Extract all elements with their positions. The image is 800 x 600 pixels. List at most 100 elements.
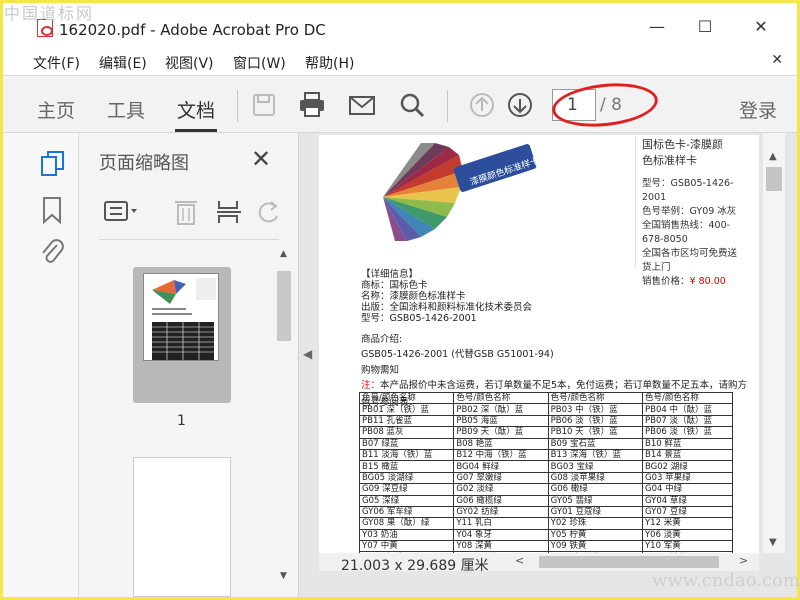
rotate-icon[interactable] (255, 199, 283, 225)
table-cell: GY01 豆蔻绿 (547, 505, 643, 519)
table-cell: B15 橄蓝 (358, 460, 455, 473)
table-header-cell: 色号/颜色名称 (547, 391, 643, 405)
table-cell: PB03 中（铁）蓝 (547, 403, 643, 416)
scroll-down-icon[interactable]: ▼ (769, 537, 777, 548)
minimize-button[interactable]: — (645, 15, 669, 39)
delete-icon[interactable] (173, 197, 199, 227)
menu-help[interactable]: 帮助(H) (305, 53, 354, 73)
document-vertical-scrollbar[interactable]: ▲ ▼ (763, 133, 785, 553)
menu-bar: 文件(F) 编辑(E) 视图(V) 窗口(W) 帮助(H) ✕ (3, 49, 797, 75)
main-toolbar: 主页 工具 文档 1 / 8 登录 (3, 75, 797, 133)
page-thumbnails-panel: 页面缩略图 ✕ 1 ▲ ▼ (79, 133, 299, 597)
title-bar: 162020.pdf - Adobe Acrobat Pro DC — ☐ ✕ (3, 3, 797, 47)
scroll-up-icon[interactable]: ▲ (769, 151, 777, 162)
table-cell: PB02 深（酞）蓝 (453, 403, 549, 416)
table-cell: G05 深绿 (358, 494, 455, 507)
product-title-line2: 色标准样卡 (642, 154, 697, 167)
panel-divider (99, 239, 279, 240)
details-line: 商标：国标色卡 (361, 280, 428, 291)
table-cell: G02 淡绿 (453, 483, 549, 496)
details-line: 型号：GSB05-1426-2001 (361, 313, 477, 324)
table-cell: B12 中海（铁）蓝 (453, 448, 549, 462)
close-panel-icon[interactable]: ✕ (251, 145, 271, 173)
maximize-button[interactable]: ☐ (693, 15, 717, 39)
table-cell: G06 橄绿 (547, 483, 643, 496)
search-icon[interactable] (397, 90, 427, 120)
table-cell: GY06 军车绿 (358, 505, 455, 519)
table-cell: Y05 柠黄 (547, 528, 643, 542)
menu-file[interactable]: 文件(F) (33, 53, 80, 73)
menu-edit[interactable]: 编辑(E) (99, 53, 147, 73)
table-header-cell: 色号/颜色名称 (641, 391, 734, 405)
buy-note: 注：本产品报价中未含运费，若订单数量不足5本，免付运费；若订单数量不足五本，请购… (361, 380, 747, 391)
scroll-down-icon[interactable]: ▼ (280, 571, 287, 581)
collapse-panel-icon[interactable]: ◀ (303, 347, 312, 361)
window-title: 162020.pdf - Adobe Acrobat Pro DC (59, 21, 326, 39)
table-cell: G08 淡苹果绿 (547, 471, 643, 485)
close-button[interactable]: ✕ (749, 15, 773, 39)
menu-window[interactable]: 窗口(W) (233, 53, 286, 73)
horizontal-scroll-thumb[interactable] (539, 556, 719, 568)
thumbnail-tools (99, 195, 289, 231)
table-cell: Y08 深黄 (453, 540, 549, 553)
table-cell: Y10 军黄 (641, 540, 734, 553)
arrow-up-icon[interactable] (467, 90, 497, 120)
intro-title: 商品介绍: (361, 334, 403, 345)
table-header-cell: 色号/颜色名称 (358, 391, 455, 405)
table-row: Y03 奶油 Y04 象牙 Y05 柠黄 Y06 淡黄 (358, 528, 734, 542)
pdf-page: 漆膜颜色标准样卡 国标色卡-漆膜颜 色标准样卡 型号：GSB05-1426- 2… (319, 135, 759, 553)
scroll-right-icon[interactable]: > (739, 554, 748, 567)
scroll-left-icon[interactable]: < (515, 554, 524, 567)
table-cell: B11 淡海（铁）蓝 (358, 448, 455, 462)
table-cell: G06 橄榄绿 (453, 494, 549, 507)
table-cell: PB01 深（铁）蓝 (358, 403, 455, 416)
print-icon[interactable] (297, 90, 327, 120)
login-button[interactable]: 登录 (739, 96, 777, 123)
table-header-row: 色号/颜色名称 色号/颜色名称 色号/颜色名称 色号/颜色名称 (358, 391, 734, 405)
bookmark-icon[interactable] (41, 195, 63, 225)
mail-icon[interactable] (347, 90, 377, 120)
color-fan-image: 漆膜颜色标准样卡 (383, 143, 541, 241)
product-title-line1: 国标色卡-漆膜颜 (642, 138, 723, 151)
toolbar-divider (237, 90, 238, 122)
table-row: BG05 淡湖绿 G07 翠嫩绿 G08 淡苹果绿 G03 苹果绿 (358, 471, 734, 485)
tab-home[interactable]: 主页 (37, 96, 75, 123)
table-cell: G09 深豆绿 (358, 483, 455, 496)
page-size-label: 21.003 x 29.689 厘米 (341, 558, 489, 574)
table-cell: PB06 淡（铁）蓝 (547, 414, 643, 428)
table-cell: B13 深海（铁）蓝 (547, 448, 643, 462)
table-cell: GY07 豆绿 (641, 505, 734, 519)
toolbar-divider (447, 90, 448, 122)
menu-view[interactable]: 视图(V) (165, 53, 214, 73)
document-scroll-thumb[interactable] (766, 167, 782, 191)
table-cell: PB04 中（酞）蓝 (641, 403, 734, 416)
thumbnails-icon[interactable] (39, 149, 67, 179)
table-cell: GY02 纺绿 (453, 505, 549, 519)
table-cell: Y06 淡黄 (641, 528, 734, 542)
table-row: B11 淡海（铁）蓝 B12 中海（铁）蓝 B13 深海（铁）蓝 B14 景蓝 (358, 448, 734, 462)
arrow-down-icon[interactable] (505, 90, 535, 120)
tab-document[interactable]: 文档 (177, 96, 215, 123)
insert-page-icon[interactable] (215, 197, 243, 227)
table-row: B07 绿蓝 B08 艳蓝 B09 宝石蓝 B10 鲜蓝 (358, 437, 734, 450)
table-cell: PB11 孔雀蓝 (358, 414, 455, 428)
table-cell: PB08 蓝灰 (358, 426, 455, 439)
acrobat-window: 162020.pdf - Adobe Acrobat Pro DC — ☐ ✕ … (3, 3, 797, 597)
page-thumbnail-1[interactable] (143, 273, 219, 361)
table-row: G05 深绿 G06 橄榄绿 GY05 翡绿 GY04 草绿 (358, 494, 734, 507)
paperclip-icon[interactable] (39, 237, 65, 267)
color-reference-table: 色号/颜色名称 色号/颜色名称 色号/颜色名称 色号/颜色名称 PB01 深（铁）蓝 PB… (358, 391, 734, 553)
tab-tools[interactable]: 工具 (107, 96, 145, 123)
close-document-icon[interactable]: ✕ (771, 52, 783, 68)
save-icon[interactable] (249, 90, 279, 120)
panel-scroll-thumb[interactable] (277, 271, 291, 341)
table-cell: BG03 宝绿 (547, 460, 643, 473)
thumbnail-page-number: 1 (177, 413, 186, 429)
scroll-up-icon[interactable]: ▲ (280, 249, 287, 259)
page-thumbnail-2[interactable] (133, 457, 231, 597)
product-example: 色号举例：GY09 冰灰 (642, 206, 737, 217)
panel-scrollbar[interactable]: ▲ ▼ (275, 245, 293, 585)
options-menu-icon[interactable] (103, 199, 139, 225)
red-annotation-ellipse (550, 78, 660, 132)
table-cell: Y09 铁黄 (547, 540, 643, 553)
